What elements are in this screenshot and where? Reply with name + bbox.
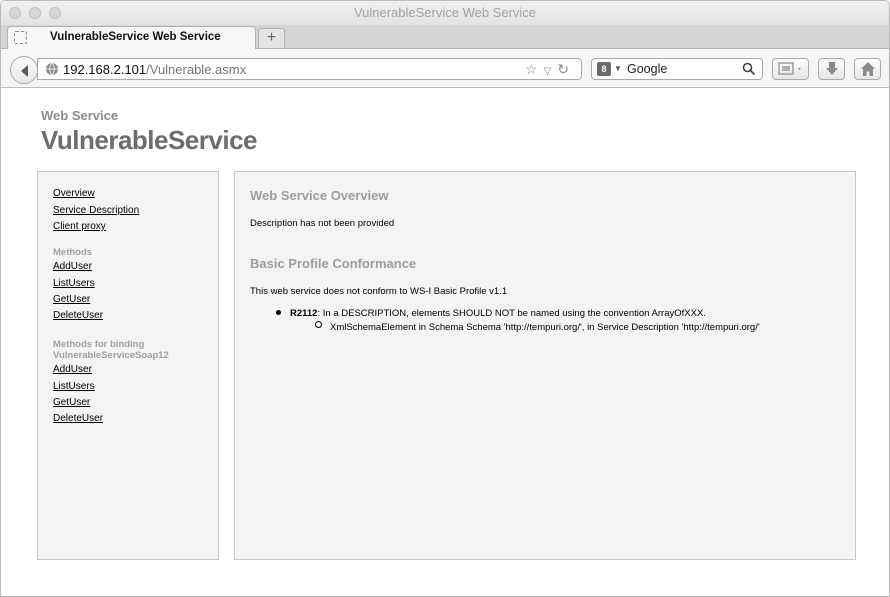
sidebar-link-overview[interactable]: Overview [53,188,95,199]
browser-window: VulnerableService Web Service Vulnerable… [0,0,890,597]
address-bar[interactable]: 192.168.2.101/Vulnerable.asmx ☆▽↻ [37,58,582,80]
sidebar-binding-deleteuser[interactable]: DeleteUser [53,413,103,424]
search-icon[interactable] [742,62,756,81]
conformance-summary: This web service does not conform to WS-… [250,286,508,297]
page-content: Web Service VulnerableService Overview S… [1,89,889,596]
sidebar-method-adduser[interactable]: AddUser [53,261,92,272]
search-engine-icon[interactable]: 8 [597,62,611,76]
tab-strip: VulnerableService Web Service + [1,25,889,50]
url-bar-actions: ☆▽↻ [525,61,575,78]
conformance-title: Basic Profile Conformance [250,256,417,271]
navigation-bar: 192.168.2.101/Vulnerable.asmx ☆▽↻ 8 ▼ Go… [1,49,889,88]
sidebar-binding-heading: Methods for binding [53,339,145,350]
reload-icon[interactable]: ↻ [557,61,575,77]
bullet-icon [276,310,281,315]
overview-description: Description has not been provided [250,218,395,229]
bookmark-star-icon[interactable]: ☆ [525,61,544,77]
sidebar-link-service-description[interactable]: Service Description [53,205,139,216]
sidebar-method-deleteuser[interactable]: DeleteUser [53,310,103,321]
main-panel: Web Service Overview Description has not… [234,171,856,560]
sidebar-method-listusers[interactable]: ListUsers [53,278,95,289]
sidebar-binding-listusers[interactable]: ListUsers [53,381,95,392]
dropdown-icon[interactable]: ▽ [544,66,558,77]
url-path: /Vulnerable.asmx [146,62,247,77]
tab-page-icon [14,31,27,44]
screenshot-icon [778,62,801,75]
sidebar-link-client-proxy[interactable]: Client proxy [53,221,106,232]
sidebar-binding-adduser[interactable]: AddUser [53,364,92,375]
screenshot-button[interactable] [772,58,809,80]
overview-title: Web Service Overview [250,188,389,203]
back-arrow-icon [21,65,28,77]
new-tab-button[interactable]: + [258,28,285,48]
search-input[interactable]: Google [627,62,667,76]
sidebar-binding-getuser[interactable]: GetUser [53,397,90,408]
title-bar: VulnerableService Web Service [1,1,889,25]
home-icon [861,62,875,76]
download-button[interactable] [818,58,845,80]
conformance-rule: R2112: In a DESCRIPTION, elements SHOULD… [290,308,706,319]
page-title: VulnerableService [41,125,258,155]
rule-text: : In a DESCRIPTION, elements SHOULD NOT … [317,308,706,319]
window-title: VulnerableService Web Service [353,5,537,20]
home-button[interactable] [854,58,881,80]
engine-dropdown-icon[interactable]: ▼ [614,64,622,73]
download-icon [826,62,838,75]
url-host: 192.168.2.101 [63,62,147,77]
url-text[interactable]: 192.168.2.101/Vulnerable.asmx [63,62,246,77]
tab-active[interactable]: VulnerableService Web Service [7,26,256,50]
conformance-detail: XmlSchemaElement in Schema Schema 'http:… [330,322,760,333]
globe-icon [45,62,59,81]
sidebar-method-getuser[interactable]: GetUser [53,294,90,305]
page-subtitle: Web Service [41,108,119,123]
circle-bullet-icon [315,321,322,328]
search-box[interactable]: 8 ▼ Google [591,58,763,80]
sidebar: Overview Service Description Client prox… [37,171,219,560]
sidebar-binding-name: VulnerableServiceSoap12 [53,350,169,361]
sidebar-methods-heading: Methods [53,247,93,258]
rule-id: R2112 [290,308,318,319]
back-button[interactable] [10,56,38,84]
tab-label: VulnerableService Web Service [50,31,221,43]
